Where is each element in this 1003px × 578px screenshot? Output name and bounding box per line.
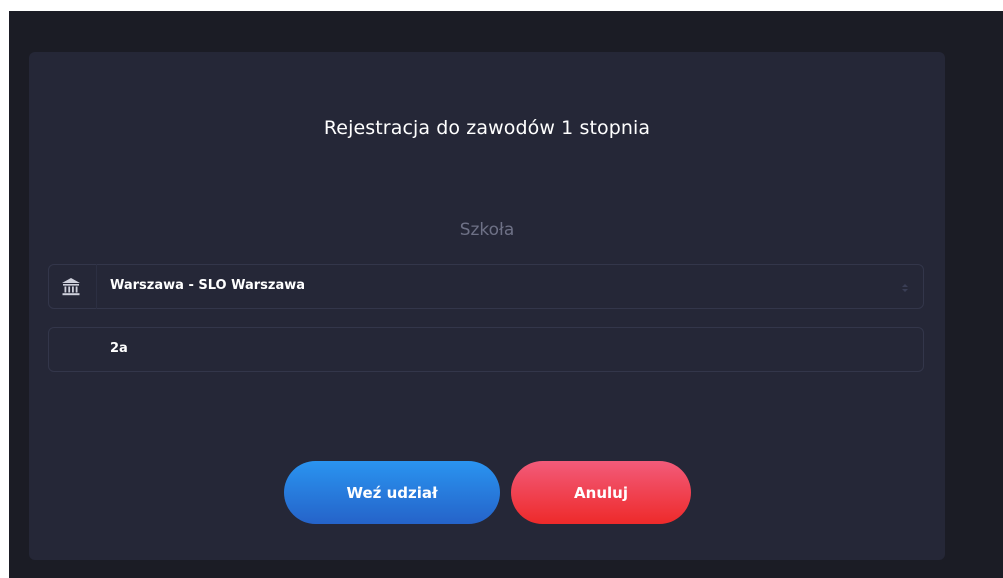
school-select[interactable]: Warszawa - SLO Warszawa	[48, 264, 924, 309]
institution-icon	[61, 277, 81, 297]
participate-button[interactable]: Weź udział	[284, 461, 500, 524]
class-input-value: 2a	[110, 341, 128, 356]
app-background: Rejestracja do zawodów 1 stopnia Szkoła …	[9, 11, 1003, 578]
school-section-label: Szkoła	[459, 220, 515, 240]
school-select-value: Warszawa - SLO Warszawa	[110, 278, 306, 293]
cancel-button[interactable]: Anuluj	[511, 461, 691, 524]
field-divider	[96, 264, 97, 309]
modal-title: Rejestracja do zawodów 1 stopnia	[323, 117, 651, 139]
class-input[interactable]: 2a	[48, 327, 924, 372]
select-arrows-icon	[901, 280, 909, 294]
registration-modal: Rejestracja do zawodów 1 stopnia Szkoła …	[29, 52, 945, 560]
